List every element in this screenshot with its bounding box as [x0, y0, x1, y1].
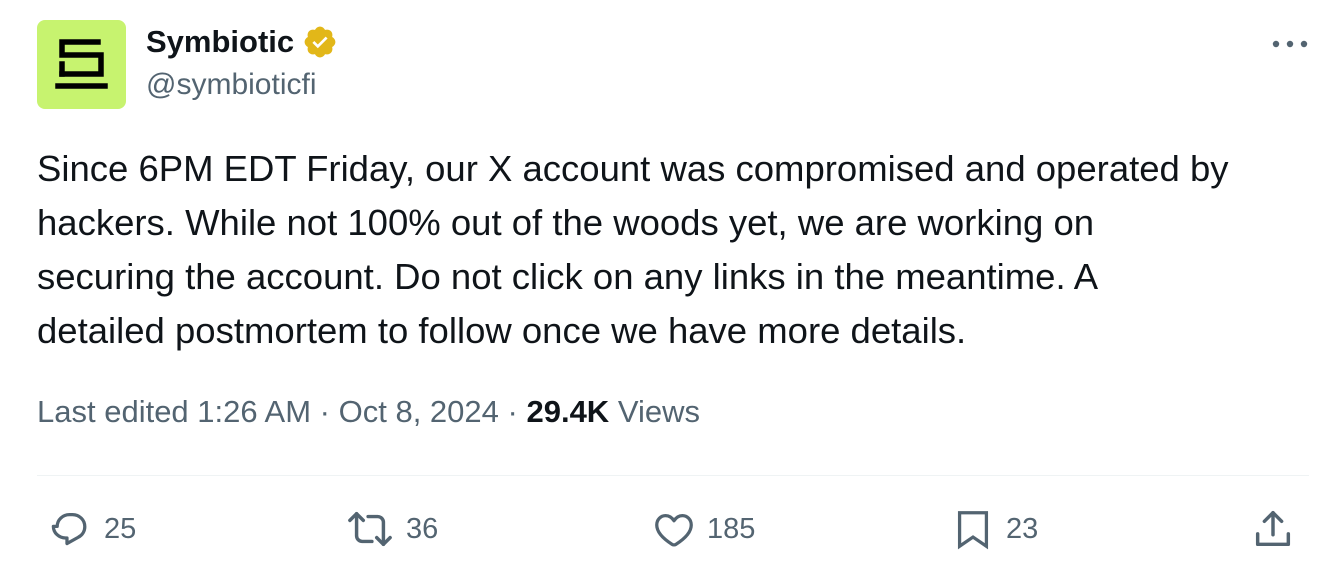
meta-separator: ·: [507, 394, 518, 429]
more-dots-icon: [1272, 40, 1308, 48]
tweet-text-line: Since 6PM EDT Friday, our X account was …: [37, 148, 1229, 189]
tweet-text: Since 6PM EDT Friday, our X account was …: [37, 142, 1317, 358]
reply-button[interactable]: 25: [48, 506, 136, 552]
views-label[interactable]: Views: [618, 394, 700, 429]
tweet: Symbiotic @symbioticfi Since 6PM EDT Fri…: [0, 0, 1341, 580]
more-options-button[interactable]: [1268, 24, 1312, 64]
bookmark-button[interactable]: 23: [950, 506, 1038, 552]
bookmark-count: 23: [1006, 512, 1039, 545]
repost-icon: [348, 511, 392, 547]
tweet-text-line: securing the account. Do not click on an…: [37, 256, 1099, 297]
like-button[interactable]: 185: [651, 506, 755, 552]
like-count: 185: [707, 512, 756, 545]
share-button[interactable]: [1250, 506, 1296, 552]
symbiotic-logo-icon: [55, 39, 108, 89]
reply-count: 25: [104, 512, 137, 545]
share-icon: [1255, 510, 1291, 547]
views-count[interactable]: 29.4K: [526, 394, 609, 429]
verified-badge-icon[interactable]: [302, 24, 338, 60]
bookmark-icon: [957, 511, 989, 550]
tweet-date[interactable]: Oct 8, 2024: [339, 394, 499, 429]
repost-count: 36: [406, 512, 439, 545]
avatar[interactable]: [37, 20, 126, 109]
author-handle[interactable]: @symbioticfi: [146, 68, 316, 102]
meta-separator: ·: [319, 394, 330, 429]
tweet-text-line: hackers. While not 100% out of the woods…: [37, 202, 1095, 243]
display-name[interactable]: Symbiotic: [146, 24, 294, 60]
reply-icon: [51, 512, 87, 546]
repost-button[interactable]: 36: [344, 506, 438, 552]
heart-icon: [655, 513, 693, 547]
tweet-meta: Last edited 1:26 AM · Oct 8, 2024 · 29.4…: [37, 394, 700, 430]
tweet-text-line: detailed postmortem to follow once we ha…: [37, 310, 967, 351]
author-name-row[interactable]: Symbiotic: [146, 22, 338, 62]
divider: [37, 475, 1309, 476]
edited-time[interactable]: Last edited 1:26 AM: [37, 394, 311, 429]
